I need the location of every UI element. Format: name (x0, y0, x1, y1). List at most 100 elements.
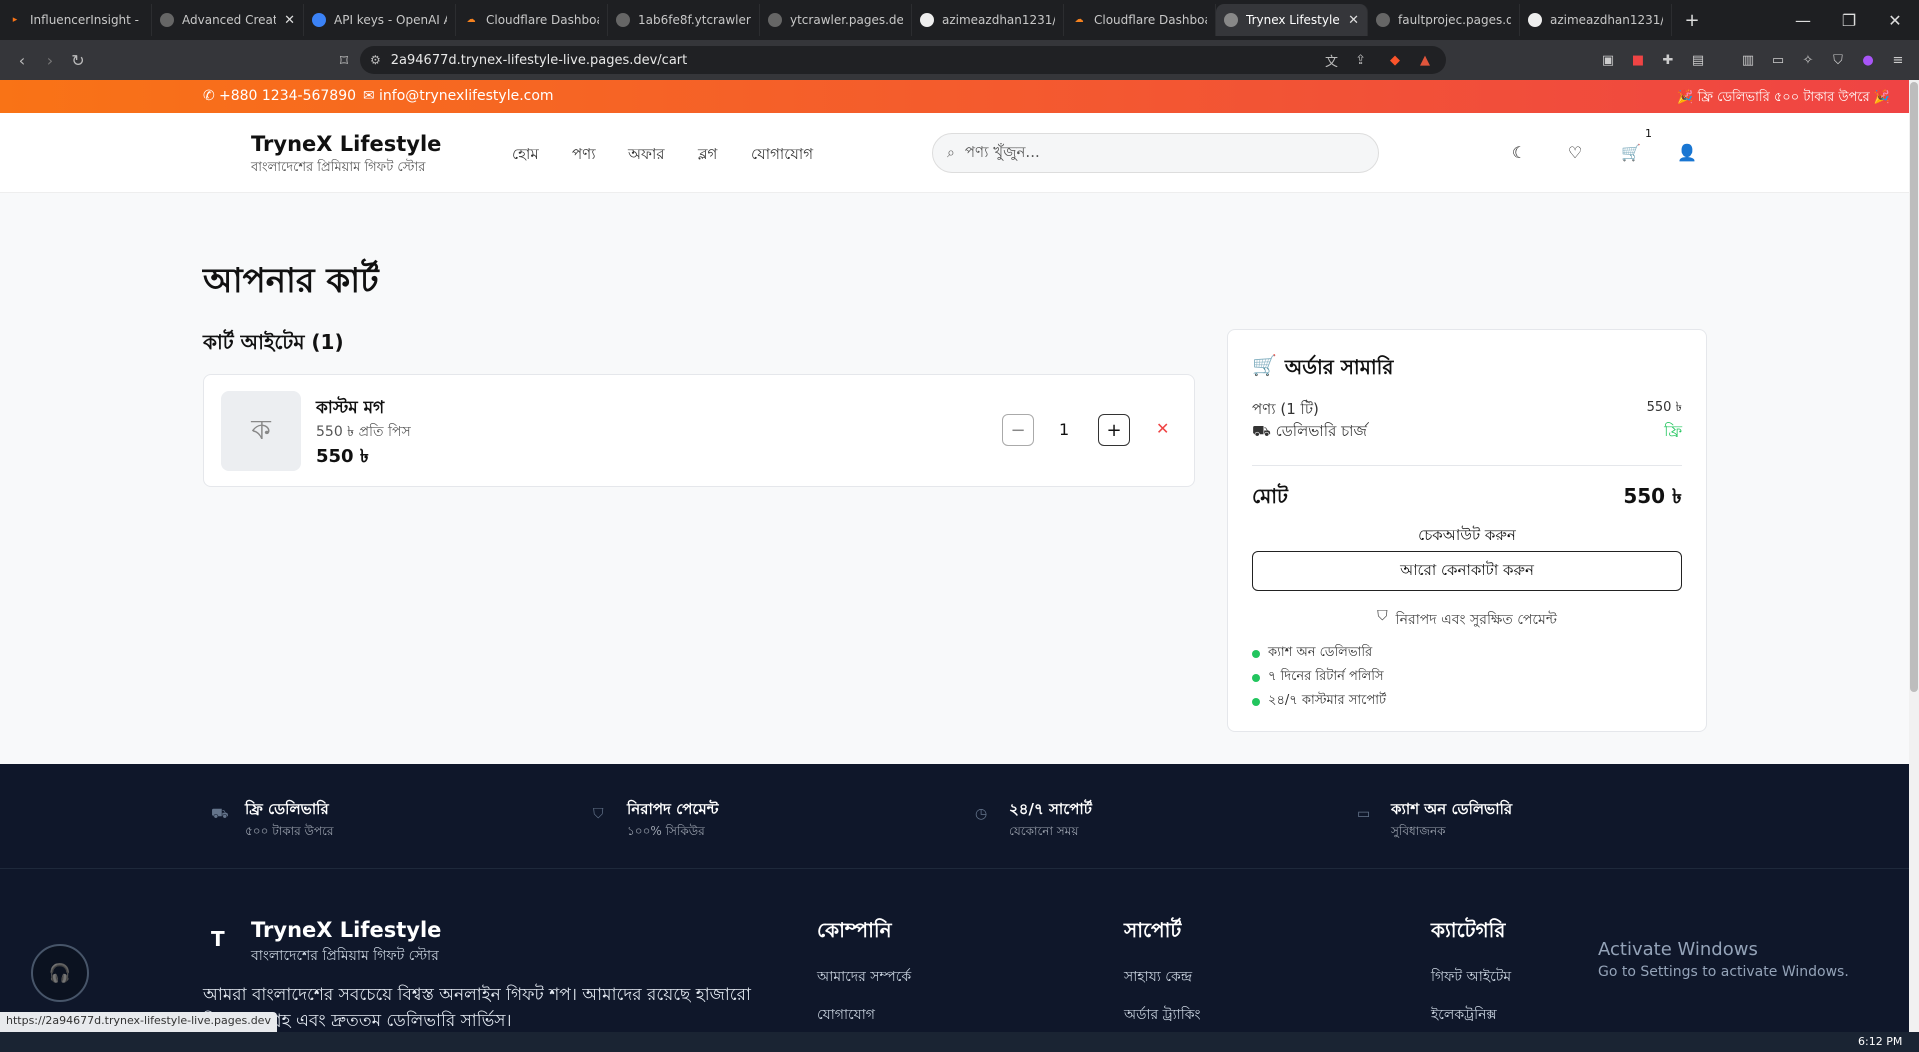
back-icon[interactable]: ‹ (8, 46, 36, 74)
footer-logo: T (211, 927, 225, 951)
site-info-icon[interactable]: ⚙ (370, 53, 381, 67)
tab-github-2[interactable]: azimeazdhan1231/t (1520, 4, 1672, 36)
tab-influencerinsight[interactable]: ▸ InfluencerInsight - R (0, 4, 152, 36)
footer-link[interactable]: অর্ডার ট্র্যাকিং (1124, 1003, 1201, 1027)
brand-logo[interactable]: TryneX Lifestyle (251, 132, 441, 156)
product-name[interactable]: কাস্টম মগ (316, 395, 384, 423)
cart-item: ক কাস্টম মগ 550 ৳ প্রতি পিস 550 ৳ − 1 + … (203, 374, 1195, 487)
wallet-icon[interactable]: ▭ (1768, 50, 1788, 70)
nav-blog[interactable]: ব্লগ (698, 143, 717, 168)
nav-offers[interactable]: অফার (628, 143, 665, 168)
globe-icon (768, 13, 782, 27)
tab-faultprojec[interactable]: faultprojec.pages.de (1368, 4, 1520, 36)
divider (1252, 465, 1682, 466)
translate-icon[interactable]: 文 (1325, 51, 1338, 70)
tab-title: Cloudflare Dashboa (1094, 13, 1207, 27)
footer-link[interactable]: ইলেকট্রনিক্স (1431, 1003, 1511, 1027)
reload-icon[interactable]: ↻ (64, 46, 92, 74)
email-link[interactable]: info@trynexlifestyle.com (379, 88, 554, 104)
site-footer: ⛟ ফ্রি ডেলিভারি ৫০০ টাকার উপরে ⛉ নিরাপদ পেম… (0, 764, 1909, 1052)
vpn-icon[interactable]: ⛉ (1828, 50, 1848, 70)
tab-cloudflare-2[interactable]: ☁ Cloudflare Dashboa (1064, 4, 1216, 36)
divider (0, 868, 1909, 869)
shield-icon: ⛉ (593, 806, 604, 822)
sidebar-icon[interactable]: ▥ (1738, 50, 1758, 70)
search-icon: ⌕ (947, 145, 955, 161)
extension-icon[interactable]: ▣ (1598, 50, 1618, 70)
tab-api-keys[interactable]: API keys - OpenAI A (304, 4, 456, 36)
tab-cloudflare-1[interactable]: ☁ Cloudflare Dashboa (456, 4, 608, 36)
cloudflare-icon: ☁ (466, 15, 476, 25)
cart-icon[interactable]: 🛒 (1620, 141, 1642, 163)
bookmark-icon[interactable]: ⌑ (330, 46, 358, 74)
truck-icon: ⛟ (211, 806, 229, 822)
feature-title: ক্যাশ অন ডেলিভারি (1391, 800, 1513, 818)
support-chat-button[interactable]: 🎧 (31, 944, 89, 1002)
brand-tagline: বাংলাদেশের প্রিমিয়াম গিফট স্টোর (251, 160, 426, 175)
check-dot-icon (1252, 649, 1260, 658)
footer-link[interactable]: সাহায্য কেন্দ্র (1124, 965, 1201, 989)
extensions-puzzle-icon[interactable]: ✚ (1658, 50, 1678, 70)
brave-shields-icon[interactable]: ◆ (1390, 53, 1400, 68)
product-line-total: 550 ৳ (316, 446, 369, 467)
taskbar-clock[interactable]: 6:12 PM (1858, 1035, 1902, 1048)
nav-home[interactable]: হোম (512, 143, 539, 168)
increase-quantity-button[interactable]: + (1098, 414, 1130, 446)
globe-icon (616, 13, 630, 27)
delivery-charge-value: ফ্রি (1664, 422, 1682, 440)
new-tab-icon[interactable]: + (1678, 6, 1706, 34)
dark-mode-icon[interactable]: ☾ (1508, 141, 1530, 163)
promo-top-bar: ✆ +880 1234-567890 ✉ info@trynexlifestyl… (0, 80, 1909, 113)
footer-link[interactable]: আমাদের সম্পর্কে (817, 965, 911, 989)
page-title: আপনার কার্ট (203, 261, 379, 301)
extension-icon[interactable]: ■ (1628, 50, 1648, 70)
free-delivery-promo: 🎉 ফ্রি ডেলিভারি ৫০০ টাকার উপরে 🎉 (1677, 90, 1890, 105)
scrollbar-thumb[interactable] (1910, 82, 1918, 692)
tab-title: API keys - OpenAI A (334, 13, 447, 27)
wishlist-heart-icon[interactable]: ♡ (1564, 141, 1586, 163)
nav-products[interactable]: পণ্য (572, 143, 596, 168)
restore-icon[interactable]: ❐ (1835, 6, 1863, 34)
continue-shopping-button[interactable]: আরো কেনাকাটা করুন (1252, 551, 1682, 591)
product-unit-price: 550 ৳ প্রতি পিস (316, 424, 411, 440)
menu-icon[interactable]: ≡ (1888, 50, 1908, 70)
user-icon[interactable]: 👤 (1676, 141, 1698, 163)
address-bar[interactable]: ⚙ 2a94677d.trynex-lifestyle-live.pages.d… (360, 46, 1446, 74)
footer-link[interactable]: যোগাযোগ (817, 1003, 911, 1027)
order-summary-card: 🛒 অর্ডার সামারি পণ্য (1 টি) 550 ৳ ⛟ ডেলিভ… (1227, 329, 1707, 732)
phone-link[interactable]: +880 1234-567890 (219, 88, 356, 104)
footer-column-company: কোম্পানি আমাদের সম্পর্কে যোগাযোগ (817, 916, 911, 1041)
footer-column-title: কোম্পানি (817, 918, 892, 942)
search-input[interactable]: পণ্য খুঁজুন... (965, 141, 1040, 166)
site-header: TryneX Lifestyle বাংলাদেশের প্রিমিয়াম গ… (0, 113, 1909, 193)
search-box[interactable]: ⌕ পণ্য খুঁজুন... (932, 133, 1379, 173)
feature-subtitle: ৫০০ টাকার উপরে (245, 824, 334, 838)
close-tab-icon[interactable]: ✕ (1348, 13, 1359, 28)
brave-rewards-icon[interactable]: ▲ (1420, 53, 1430, 68)
footer-link[interactable]: গিফট আইটেম (1431, 965, 1511, 989)
close-tab-icon[interactable]: ✕ (284, 13, 295, 28)
share-icon[interactable]: ⇪ (1355, 53, 1366, 68)
footer-column-title: সাপোর্ট (1124, 918, 1182, 942)
close-window-icon[interactable]: ✕ (1881, 6, 1909, 34)
cart-items-heading: কার্ট আইটেম (1) (203, 330, 344, 354)
tab-title: Advanced Creat (182, 13, 277, 27)
remove-item-icon[interactable]: ✕ (1156, 419, 1169, 438)
extension-icon[interactable]: ▤ (1688, 50, 1708, 70)
forward-icon[interactable]: › (36, 46, 64, 74)
minimize-icon[interactable]: — (1789, 6, 1817, 34)
tab-trynex-lifestyle[interactable]: Trynex Lifestyle ✕ (1216, 4, 1368, 36)
leo-ai-icon[interactable]: ✧ (1798, 50, 1818, 70)
product-thumbnail[interactable]: ক (221, 391, 301, 471)
tab-ytcrawler-preview[interactable]: 1ab6fe8f.ytcrawler.p (608, 4, 760, 36)
nav-contact[interactable]: যোগাযোগ (751, 143, 813, 168)
tab-ytcrawler[interactable]: ytcrawler.pages.dev (760, 4, 912, 36)
checkout-button[interactable]: চেকআউট করুন (1252, 518, 1682, 554)
footer-column-title: ক্যাটেগরি (1431, 918, 1506, 942)
profile-icon[interactable]: ● (1858, 50, 1878, 70)
tab-advanced-creat[interactable]: Advanced Creat ✕ (152, 4, 304, 36)
browser-toolbar: ‹ › ↻ ⌑ ⚙ 2a94677d.trynex-lifestyle-live… (0, 40, 1919, 80)
tab-github-1[interactable]: azimeazdhan1231/c (912, 4, 1064, 36)
headphones-icon: 🎧 (48, 962, 72, 984)
decrease-quantity-button[interactable]: − (1002, 414, 1034, 446)
